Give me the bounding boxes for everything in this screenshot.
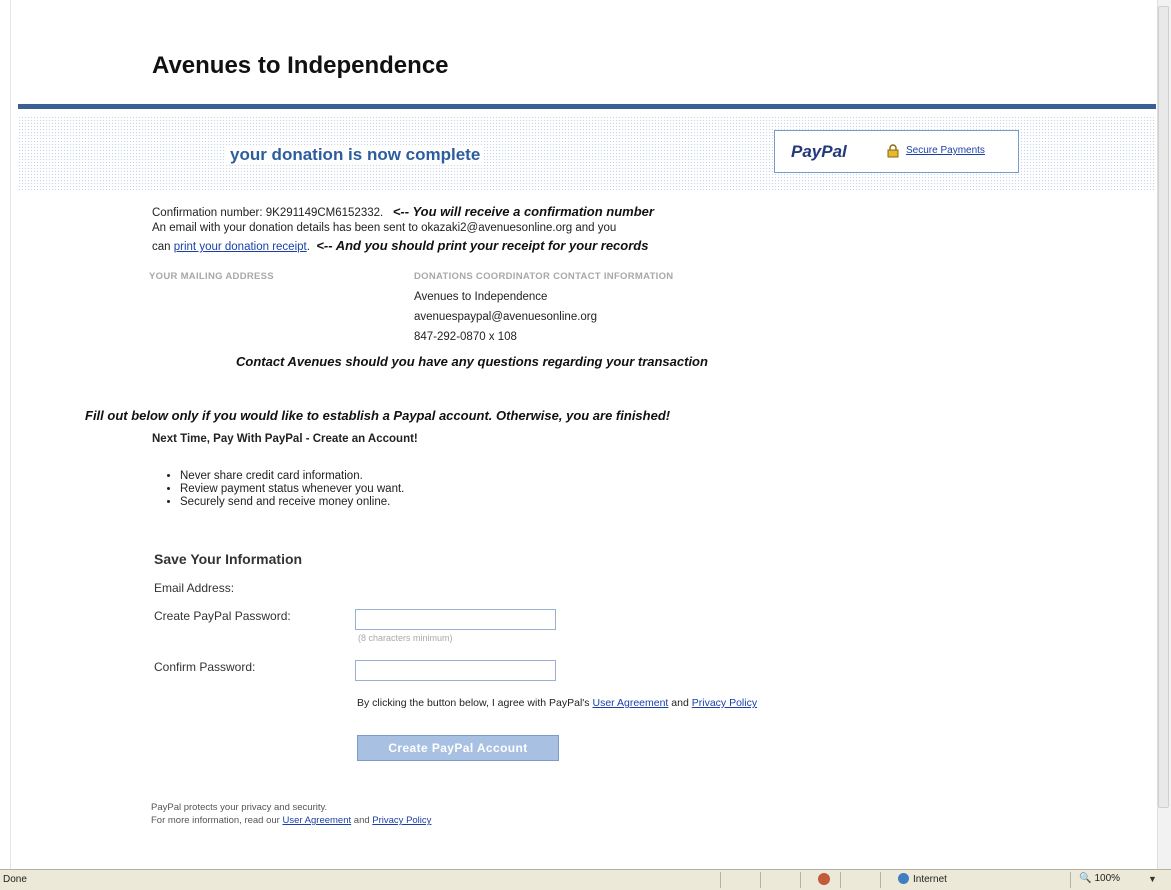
- confirmation-number: Confirmation number: 9K291149CM6152332.: [152, 207, 384, 219]
- coordinator-email: avenuespaypal@avenuesonline.org: [414, 311, 598, 323]
- print-receipt-line: can print your donation receipt. <-- And…: [152, 238, 648, 253]
- page-left-border: [0, 0, 11, 869]
- vertical-scrollbar[interactable]: [1157, 0, 1171, 869]
- zoom-icon: 🔍: [1079, 873, 1092, 884]
- status-divider: [720, 872, 721, 888]
- privacy-prefix: For more information, read our: [151, 815, 280, 826]
- secure-payments-link[interactable]: Secure Payments: [906, 145, 985, 156]
- scroll-thumb[interactable]: [1158, 6, 1169, 808]
- zoom-level: 100%: [1094, 873, 1121, 884]
- fill-out-note: Fill out below only if you would like to…: [85, 408, 671, 423]
- print-note: <-- And you should print your receipt fo…: [316, 238, 649, 253]
- privacy-line: PayPal protects your privacy and securit…: [151, 802, 328, 813]
- privacy-more-line: For more information, read our User Agre…: [151, 814, 431, 827]
- list-item: Securely send and receive money online.: [180, 496, 404, 509]
- privacy-policy-link[interactable]: Privacy Policy: [692, 697, 757, 709]
- and-text: and: [671, 697, 689, 709]
- status-divider: [840, 872, 841, 888]
- footer-user-agreement-link[interactable]: User Agreement: [282, 815, 351, 826]
- status-text: Done: [3, 874, 27, 885]
- zoom-dropdown-icon[interactable]: ▼: [1148, 874, 1157, 884]
- status-divider: [800, 872, 801, 888]
- paypal-logo: PayPal: [791, 142, 847, 161]
- zone-label: Internet: [913, 874, 947, 885]
- globe-icon: [898, 873, 909, 884]
- browser-page: Avenues to Independence your donation is…: [0, 0, 1157, 869]
- confirmation-line: Confirmation number: 9K291149CM6152332. …: [152, 204, 654, 219]
- site-title: Avenues to Independence: [152, 52, 449, 79]
- paypal-badge: PayPal Secure Payments: [774, 130, 1019, 173]
- email-sent-line: An email with your donation details has …: [152, 222, 617, 234]
- privacy-footer: PayPal protects your privacy and securit…: [151, 801, 431, 827]
- agreement-text: By clicking the button below, I agree wi…: [357, 697, 757, 709]
- status-divider: [1070, 872, 1071, 888]
- print-receipt-link[interactable]: print your donation receipt: [174, 241, 307, 253]
- status-divider: [880, 872, 881, 888]
- status-bar: Done Internet 🔍 100% ▼: [0, 869, 1171, 890]
- coordinator-name: Avenues to Independence: [414, 291, 548, 303]
- footer-privacy-policy-link[interactable]: Privacy Policy: [372, 815, 431, 826]
- list-item: Never share credit card information.: [180, 470, 404, 483]
- confirm-password-label: Confirm Password:: [154, 660, 256, 674]
- and-text: and: [353, 815, 370, 826]
- save-info-title: Save Your Information: [154, 551, 303, 567]
- lock-icon: [887, 144, 899, 158]
- zoom-control[interactable]: 🔍 100%: [1079, 873, 1120, 884]
- mailing-address-label: YOUR MAILING ADDRESS: [149, 271, 274, 282]
- status-divider: [760, 872, 761, 888]
- security-zone: Internet: [898, 873, 947, 885]
- donation-complete-heading: your donation is now complete: [226, 145, 485, 165]
- user-agreement-link[interactable]: User Agreement: [592, 697, 668, 709]
- agree-prefix: By clicking the button below, I agree wi…: [357, 697, 590, 709]
- confirm-password-field[interactable]: [355, 660, 556, 681]
- password-hint: (8 characters minimum): [358, 633, 453, 643]
- coordinator-label: DONATIONS COORDINATOR CONTACT INFORMATIO…: [414, 271, 674, 282]
- password-field[interactable]: [355, 609, 556, 630]
- email-address-label: Email Address:: [154, 581, 235, 595]
- list-item: Review payment status whenever you want.: [180, 483, 404, 496]
- coordinator-phone: 847-292-0870 x 108: [414, 331, 517, 343]
- period: .: [306, 241, 310, 253]
- security-icon: [818, 873, 830, 885]
- header-rule: [18, 104, 1156, 109]
- can-text: can: [152, 241, 171, 253]
- confirmation-note: <-- You will receive a confirmation numb…: [392, 204, 654, 219]
- contact-note: Contact Avenues should you have any ques…: [236, 354, 708, 369]
- create-paypal-account-button[interactable]: Create PayPal Account: [357, 735, 559, 761]
- create-account-heading: Next Time, Pay With PayPal - Create an A…: [152, 433, 418, 445]
- benefits-list: Never share credit card information. Rev…: [160, 470, 404, 509]
- dotted-separator: [132, 395, 1012, 397]
- password-label: Create PayPal Password:: [154, 609, 291, 623]
